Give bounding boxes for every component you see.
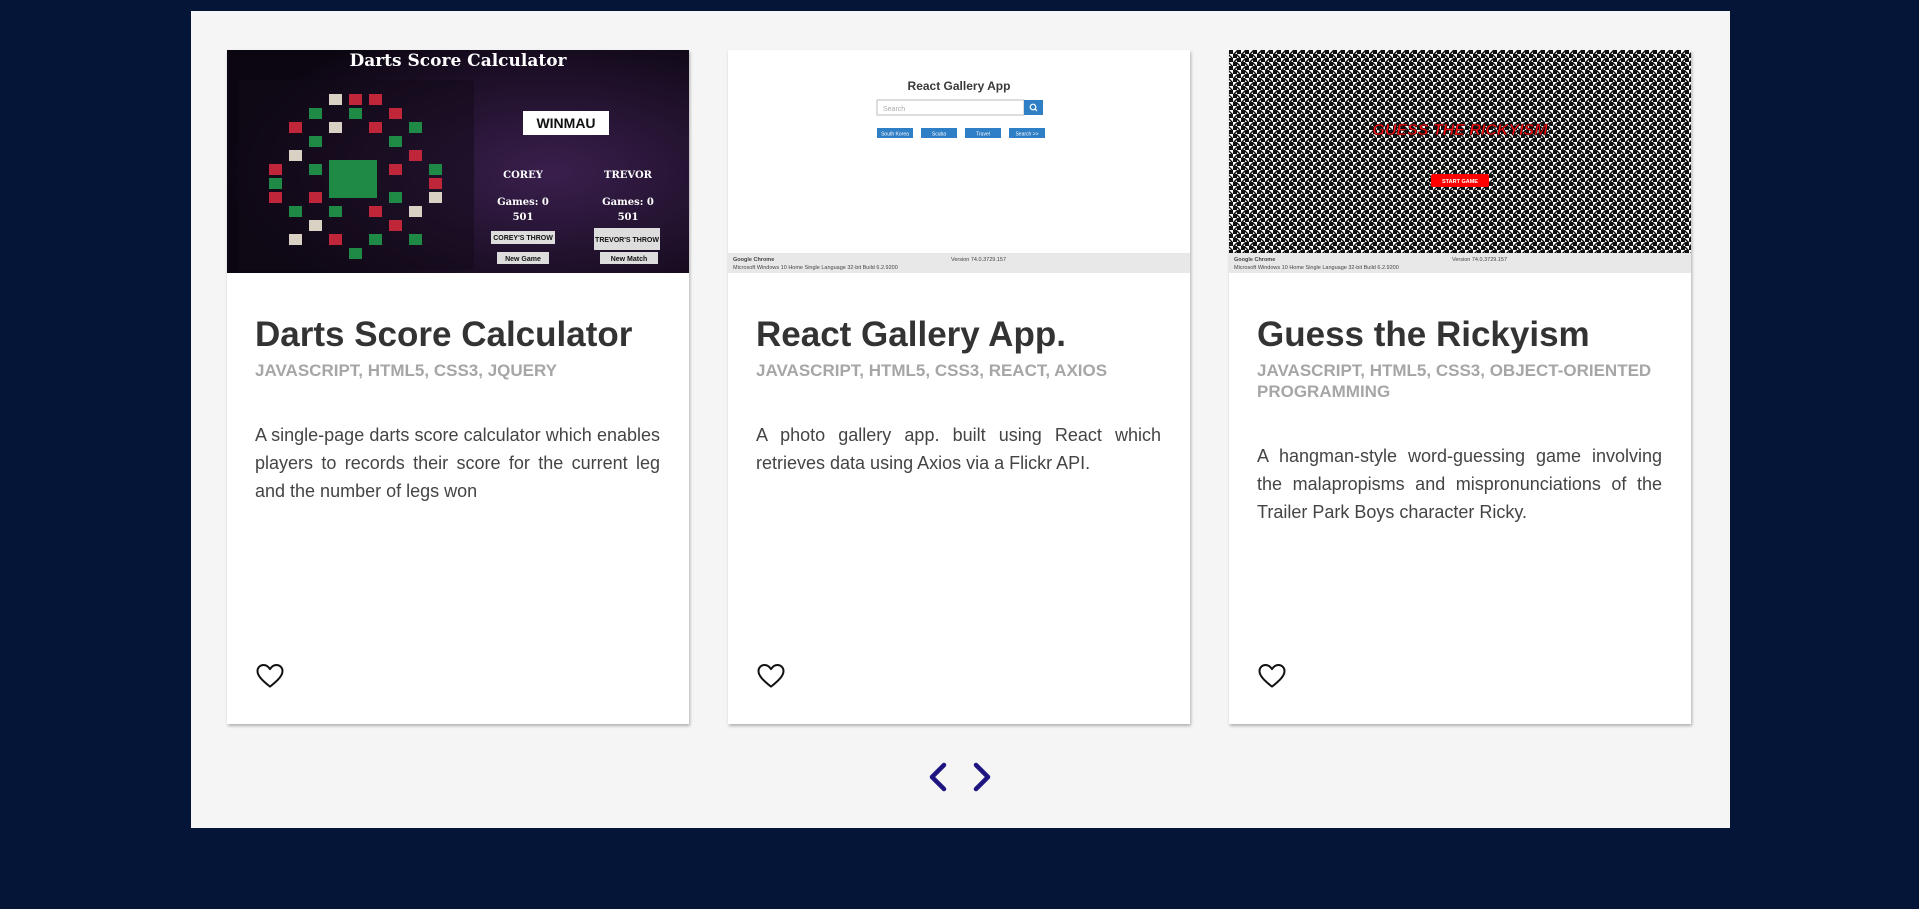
rickyism-footer-os: Microsoft Windows 10 Home Single Languag… (1234, 265, 1399, 271)
gallery-nav-button-label: Scuba (932, 132, 946, 138)
rickyism-screenshot-heading: GUESS THE RICKYISM (1372, 122, 1548, 139)
project-description: A single-page darts score calculator whi… (255, 425, 660, 502)
rickyism-start-button: START GAME (1442, 179, 1478, 185)
darts-tile (289, 206, 302, 217)
darts-tile (409, 150, 422, 161)
darts-player2-throw-button: TREVOR'S THROW (595, 237, 659, 244)
darts-player1-games: Games: 0 (497, 197, 549, 208)
darts-tile (389, 220, 402, 231)
darts-tile (269, 164, 282, 175)
darts-tile (349, 108, 362, 119)
darts-player1-name: COREY (503, 170, 544, 181)
darts-tile (309, 192, 322, 203)
darts-player2-score: 501 (618, 212, 639, 223)
portfolio-panel: Darts Score Calculator WINMAU COREY TREV… (191, 11, 1730, 828)
darts-tile (429, 164, 442, 175)
darts-tile (329, 122, 342, 133)
project-tags: JAVASCRIPT, HTML5, CSS3, OBJECT-ORIENTED… (1257, 361, 1652, 402)
gallery-nav-button-label: Travel (976, 132, 990, 138)
project-tags: JAVASCRIPT, HTML5, CSS3, REACT, AXIOS (756, 361, 1108, 381)
project-card-react-gallery: React Gallery App Search South Korea Scub… (728, 50, 1190, 724)
darts-tile (389, 192, 402, 203)
darts-tile (389, 108, 402, 119)
gallery-search-placeholder: Search (883, 106, 905, 113)
gallery-screenshot-heading: React Gallery App (908, 79, 1011, 93)
darts-player2-games: Games: 0 (602, 197, 654, 208)
darts-screenshot-heading: Darts Score Calculator (349, 51, 567, 71)
darts-tile (409, 122, 422, 133)
darts-tile (389, 164, 402, 175)
gallery-footer-os: Microsoft Windows 10 Home Single Languag… (733, 265, 898, 271)
gallery-nav-button-label: Search >> (1015, 132, 1038, 138)
project-screenshot-react-gallery[interactable]: React Gallery App Search South Korea Scub… (728, 50, 1190, 273)
darts-tile (309, 108, 322, 119)
project-title: React Gallery App. (756, 315, 1066, 354)
chevron-left-icon[interactable] (924, 759, 954, 795)
darts-tile (349, 94, 362, 105)
darts-tile (429, 178, 442, 189)
darts-tile (409, 206, 422, 217)
darts-tile (309, 164, 322, 175)
darts-tile (349, 248, 362, 259)
project-tags: JAVASCRIPT, HTML5, CSS3, JQUERY (255, 361, 557, 381)
darts-tile (429, 192, 442, 203)
darts-tile (329, 94, 342, 105)
gallery-footer-browser: Google Chrome (733, 257, 774, 263)
project-screenshot-rickyism[interactable]: GUESS THE RICKYISM START GAME Google Chr… (1229, 50, 1691, 273)
darts-tile (269, 178, 282, 189)
heart-outline-icon[interactable] (1257, 661, 1287, 691)
darts-screenshot-brand: WINMAU (536, 115, 595, 131)
rickyism-footer-browser: Google Chrome (1234, 257, 1275, 263)
gallery-nav-button-label: South Korea (881, 132, 909, 138)
gallery-footer-version: Version 74.0.3729.157 (951, 257, 1006, 263)
darts-tile (369, 94, 382, 105)
darts-player1-throw-button: COREY'S THROW (493, 235, 553, 242)
chevron-right-icon[interactable] (966, 759, 996, 795)
rickyism-footer-version: Version 74.0.3729.157 (1452, 257, 1507, 263)
darts-tile (289, 150, 302, 161)
heart-outline-icon[interactable] (756, 661, 786, 691)
darts-tile (289, 122, 302, 133)
project-title: Darts Score Calculator (255, 315, 633, 354)
darts-player2-name: TREVOR (604, 170, 653, 181)
darts-bull-area (329, 160, 377, 198)
darts-tile (309, 136, 322, 147)
project-card-darts: Darts Score Calculator WINMAU COREY TREV… (227, 50, 689, 724)
darts-tile (369, 122, 382, 133)
project-card-rickyism: GUESS THE RICKYISM START GAME Google Chr… (1229, 50, 1691, 724)
darts-tile (409, 234, 422, 245)
project-description: A photo gallery app. built using React w… (756, 425, 1161, 474)
project-screenshot-darts[interactable]: Darts Score Calculator WINMAU COREY TREV… (227, 50, 689, 273)
project-title: Guess the Rickyism (1257, 315, 1590, 354)
darts-tile (369, 206, 382, 217)
darts-tile (269, 192, 282, 203)
darts-tile (369, 234, 382, 245)
darts-new-game-button: New Game (505, 256, 541, 263)
heart-outline-icon[interactable] (255, 661, 285, 691)
project-description: A hangman-style word-guessing game invol… (1257, 446, 1662, 523)
darts-tile (309, 220, 322, 231)
darts-new-match-button: New Match (611, 256, 648, 263)
darts-player1-score: 501 (513, 212, 534, 223)
darts-tile (329, 234, 342, 245)
darts-tile (389, 136, 402, 147)
darts-tile (289, 234, 302, 245)
darts-tile (329, 206, 342, 217)
